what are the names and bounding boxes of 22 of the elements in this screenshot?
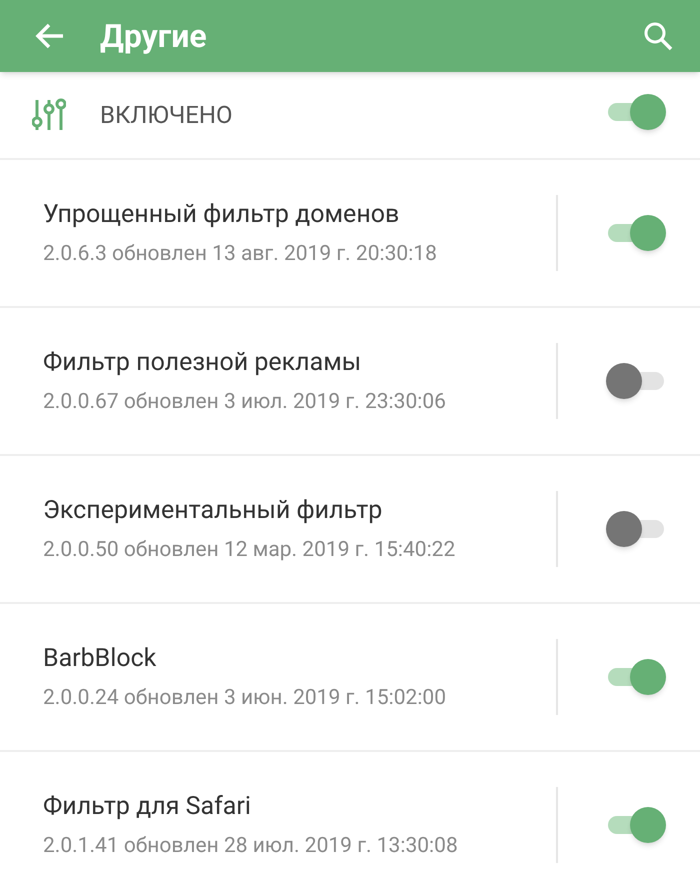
filter-info: 2.0.0.50 обновлен 12 мар. 2019 г. 15:40:22 — [43, 536, 456, 563]
search-icon — [643, 21, 673, 51]
filter-name: Фильтр для Safari — [43, 791, 252, 822]
sliders-icon — [32, 98, 66, 132]
filter-info: 2.0.0.67 обновлен 3 июл. 2019 г. 23:30:06 — [43, 388, 447, 415]
filter-info: 2.0.6.3 обновлен 13 авг. 2019 г. 20:30:18 — [43, 240, 438, 267]
filter-name: Экспериментальный фильтр — [43, 495, 384, 526]
search-button[interactable] — [642, 20, 674, 52]
filter-info: 2.0.0.24 обновлен 3 июн. 2019 г. 15:02:00 — [43, 684, 448, 711]
screen-title: Другие — [100, 16, 207, 57]
filter-name: BarbBlock — [43, 643, 158, 674]
toggle-switch[interactable] — [606, 92, 666, 132]
toggle-switch[interactable] — [606, 509, 666, 549]
filter-info: 2.0.1.41 обновлен 28 июл. 2019 г. 13:30:08 — [43, 832, 459, 859]
toggle-switch[interactable] — [606, 657, 666, 697]
filter-name: Упрощенный фильтр доменов — [43, 199, 400, 230]
toggle-switch[interactable] — [606, 805, 666, 845]
toggle-switch[interactable] — [606, 361, 666, 401]
toggle-switch[interactable] — [606, 213, 666, 253]
master-switch-label: ВКЛЮЧЕНО — [100, 100, 233, 131]
filter-name: Фильтр полезной рекламы — [43, 347, 362, 378]
back-arrow-icon — [35, 22, 65, 50]
